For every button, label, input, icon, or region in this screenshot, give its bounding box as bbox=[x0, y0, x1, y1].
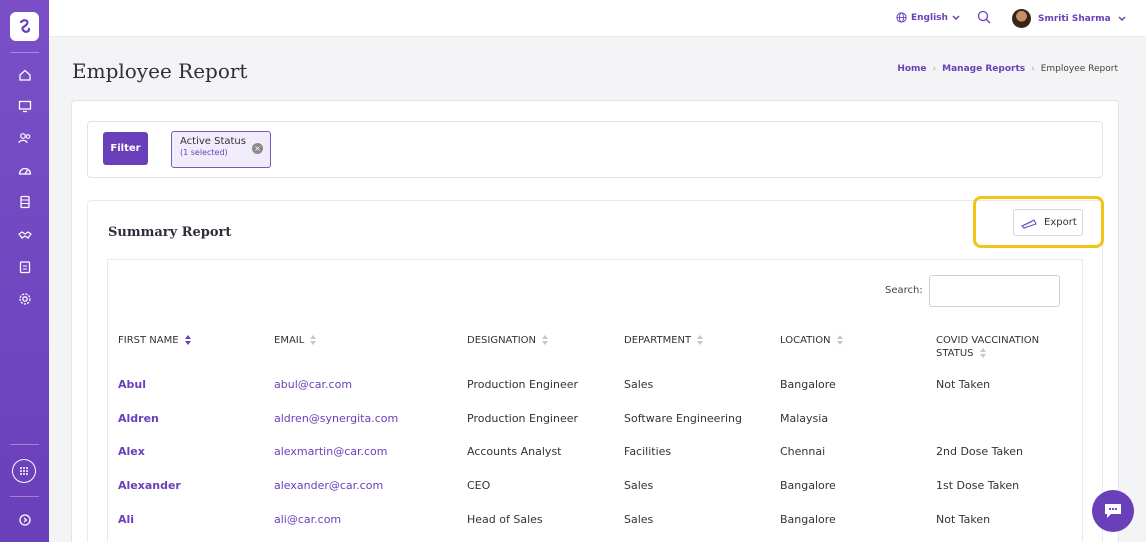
table-row: Ali ali@car.com Head of Sales Sales Bang… bbox=[107, 513, 1083, 542]
cell-first-name[interactable]: Aldren bbox=[118, 412, 159, 425]
sidebar bbox=[0, 0, 49, 542]
language-label: English bbox=[911, 12, 948, 23]
cell-department: Software Engineering bbox=[624, 412, 742, 425]
cell-email[interactable]: alexmartin@car.com bbox=[274, 445, 388, 458]
globe-icon bbox=[896, 12, 907, 23]
search-input[interactable] bbox=[929, 275, 1060, 307]
cell-designation: CEO bbox=[467, 479, 491, 492]
top-bar: English Smriti Sharma bbox=[49, 0, 1146, 37]
cell-designation: Head of Sales bbox=[467, 513, 543, 526]
breadcrumb-separator: › bbox=[1031, 64, 1035, 74]
sidebar-divider bbox=[10, 52, 39, 53]
breadcrumb-current: Employee Report bbox=[1040, 64, 1118, 74]
column-header-email[interactable]: EMAIL bbox=[274, 334, 317, 347]
handshake-icon[interactable] bbox=[15, 226, 35, 244]
apps-icon[interactable] bbox=[12, 459, 36, 483]
sidebar-divider bbox=[10, 444, 39, 445]
cell-department: Facilities bbox=[624, 445, 672, 458]
monitor-icon[interactable] bbox=[15, 97, 35, 115]
sort-icon bbox=[310, 335, 317, 345]
export-label: Export bbox=[1044, 217, 1077, 228]
search-icon[interactable] bbox=[977, 10, 991, 27]
table-row: Aldren aldren@synergita.com Production E… bbox=[107, 412, 1083, 446]
column-header-location[interactable]: LOCATION bbox=[780, 334, 844, 347]
chat-icon[interactable] bbox=[1092, 490, 1134, 532]
cell-first-name[interactable]: Abul bbox=[118, 378, 146, 391]
table-row: Alex alexmartin@car.com Accounts Analyst… bbox=[107, 445, 1083, 479]
logo-icon[interactable] bbox=[10, 12, 39, 41]
breadcrumb-home[interactable]: Home bbox=[897, 64, 926, 74]
sort-icon bbox=[542, 335, 549, 345]
column-header-department[interactable]: DEPARTMENT bbox=[624, 334, 704, 347]
summary-title: Summary Report bbox=[108, 225, 232, 240]
users-icon[interactable] bbox=[15, 129, 35, 147]
cell-department: Sales bbox=[624, 479, 654, 492]
user-name: Smriti Sharma bbox=[1038, 13, 1111, 24]
chevron-down-icon bbox=[1118, 15, 1126, 21]
export-button[interactable]: Export bbox=[1013, 209, 1083, 236]
cell-location: Chennai bbox=[780, 445, 826, 458]
export-icon bbox=[1021, 218, 1037, 229]
cell-email[interactable]: alexander@car.com bbox=[274, 479, 383, 492]
cell-department: Sales bbox=[624, 513, 654, 526]
cell-first-name[interactable]: Ali bbox=[118, 513, 134, 526]
avatar bbox=[1012, 9, 1031, 28]
column-header-covid-status[interactable]: COVID VACCINATION STATUS bbox=[936, 334, 1039, 360]
sidebar-divider bbox=[10, 496, 39, 497]
close-icon[interactable]: × bbox=[252, 143, 263, 154]
cell-email[interactable]: aldren@synergita.com bbox=[274, 412, 398, 425]
chevron-down-icon bbox=[952, 14, 960, 20]
table-row: Abul abul@car.com Production Engineer Sa… bbox=[107, 378, 1083, 412]
cell-designation: Production Engineer bbox=[467, 412, 579, 425]
sort-icon bbox=[836, 335, 844, 345]
cell-covid-status: 1st Dose Taken bbox=[936, 479, 1020, 492]
search-label: Search: bbox=[885, 285, 923, 296]
sort-icon bbox=[697, 335, 704, 345]
column-header-first-name[interactable]: FIRST NAME bbox=[118, 334, 192, 347]
sort-icon bbox=[979, 348, 987, 358]
settings-icon[interactable] bbox=[15, 290, 35, 308]
cell-covid-status: Not Taken bbox=[936, 378, 991, 391]
cell-first-name[interactable]: Alexander bbox=[118, 479, 181, 492]
user-menu[interactable]: Smriti Sharma bbox=[1012, 9, 1126, 28]
column-header-designation[interactable]: DESIGNATION bbox=[467, 334, 549, 347]
cell-department: Sales bbox=[624, 378, 654, 391]
active-status-chip[interactable]: Active Status (1 selected) × bbox=[171, 131, 271, 168]
database-icon[interactable] bbox=[15, 193, 35, 211]
cell-location: Bangalore bbox=[780, 513, 836, 526]
breadcrumb-manage-reports[interactable]: Manage Reports bbox=[942, 64, 1025, 74]
clipboard-icon[interactable] bbox=[15, 258, 35, 276]
breadcrumb: Home › Manage Reports › Employee Report bbox=[897, 64, 1118, 74]
cell-email[interactable]: abul@car.com bbox=[274, 378, 352, 391]
home-icon[interactable] bbox=[15, 66, 35, 84]
cell-covid-status: Not Taken bbox=[936, 513, 991, 526]
breadcrumb-separator: › bbox=[932, 64, 937, 74]
filter-button[interactable]: Filter bbox=[103, 132, 148, 165]
page-title: Employee Report bbox=[72, 59, 248, 83]
cell-location: Bangalore bbox=[780, 479, 836, 492]
language-selector[interactable]: English bbox=[896, 12, 960, 23]
info-icon[interactable] bbox=[15, 511, 35, 529]
cell-designation: Accounts Analyst bbox=[467, 445, 562, 458]
cell-email[interactable]: ali@car.com bbox=[274, 513, 341, 526]
dashboard-icon[interactable] bbox=[15, 161, 35, 179]
cell-covid-status: 2nd Dose Taken bbox=[936, 445, 1024, 458]
cell-designation: Production Engineer bbox=[467, 378, 579, 391]
cell-first-name[interactable]: Alex bbox=[118, 445, 145, 458]
sort-icon bbox=[184, 335, 192, 345]
cell-location: Bangalore bbox=[780, 378, 836, 391]
table-row: Alexander alexander@car.com CEO Sales Ba… bbox=[107, 479, 1083, 513]
cell-location: Malaysia bbox=[780, 412, 829, 425]
